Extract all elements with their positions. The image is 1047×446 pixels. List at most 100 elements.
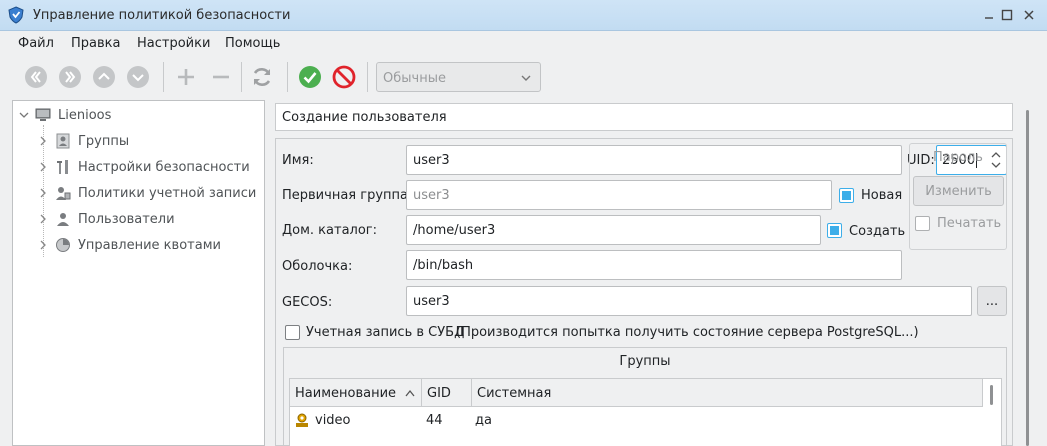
tree-item-security-settings[interactable]: Настройки безопасности [13, 155, 264, 179]
menu-help[interactable]: Помощь [225, 36, 280, 51]
toolbar-separator [241, 62, 242, 92]
chevron-right-icon [40, 240, 46, 250]
chevron-right-icon [40, 162, 46, 172]
home-dir-label: Дом. каталог: [282, 223, 378, 238]
close-icon[interactable] [1020, 6, 1038, 24]
window-title: Управление политикой безопасности [33, 8, 291, 23]
details-pane: Создание пользователя Имя: user3 UID: 25… [270, 100, 1047, 446]
panel-header: Создание пользователя [275, 103, 1013, 131]
computer-icon [35, 108, 51, 121]
shell-field[interactable]: /bin/bash [406, 250, 902, 280]
title-bar: Управление политикой безопасности [0, 0, 1047, 31]
next-record-icon[interactable] [125, 64, 151, 90]
tree-item-quotas[interactable]: Управление квотами [13, 233, 264, 257]
name-field[interactable]: user3 [406, 145, 902, 175]
gecos-button-label: ... [985, 293, 999, 309]
menu-bar: Файл Правка Настройки Помощь [0, 31, 1047, 56]
tree-item-account-policies[interactable]: Политики учетной записи [13, 181, 264, 205]
primary-group-value: user3 [413, 188, 450, 203]
table-row[interactable]: video 44 да [290, 409, 983, 435]
primary-group-field[interactable]: user3 [406, 180, 832, 210]
toolbar-separator [367, 62, 368, 92]
shield-app-icon [8, 6, 24, 24]
menu-edit[interactable]: Правка [71, 36, 120, 51]
toolbar-separator [163, 62, 164, 92]
shell-label: Оболочка: [282, 259, 353, 274]
tree-item-label: Настройки безопасности [78, 159, 250, 175]
print-label: Печатать [937, 216, 1002, 231]
column-header-gid[interactable]: GID [422, 379, 472, 407]
primary-group-label: Первичная группа: [282, 188, 413, 203]
first-record-icon[interactable] [23, 64, 49, 90]
chevron-right-icon [40, 214, 46, 224]
user-policy-icon [56, 187, 71, 200]
column-header-system[interactable]: Системная [472, 379, 983, 407]
group-name-cell: video [315, 413, 351, 428]
refresh-icon[interactable] [249, 64, 275, 90]
table-scrollbar[interactable] [990, 385, 993, 405]
minimize-icon[interactable] [980, 6, 998, 24]
group-gid-cell: 44 [426, 413, 443, 428]
home-dir-field[interactable]: /home/user3 [406, 215, 821, 245]
create-home-checkbox[interactable] [827, 223, 842, 238]
menu-settings[interactable]: Настройки [137, 36, 210, 51]
tree-root[interactable]: Lienioos [13, 103, 264, 127]
name-value: user3 [413, 153, 450, 168]
chevron-right-icon [40, 188, 46, 198]
password-panel: Пароль Изменить Печатать [909, 143, 1007, 250]
gecos-field[interactable]: user3 [406, 286, 972, 316]
column-gid-label: GID [427, 386, 451, 401]
toolbar-separator [287, 62, 288, 92]
groups-title: Группы [619, 354, 671, 369]
tree-item-label: Управление квотами [78, 237, 221, 253]
tree-item-users[interactable]: Пользователи [13, 207, 264, 231]
tree-item-groups[interactable]: Группы [13, 129, 264, 153]
dbms-account-checkbox[interactable] [285, 325, 300, 340]
vertical-scrollbar[interactable] [1026, 110, 1029, 446]
quota-icon [56, 238, 70, 252]
filter-value: Обычные [383, 71, 446, 86]
panel-header-title: Создание пользователя [282, 110, 447, 125]
home-dir-value: /home/user3 [413, 223, 496, 238]
object-tree[interactable]: Lienioos Группы Настройки безопасности П… [12, 100, 265, 446]
gecos-edit-button[interactable]: ... [977, 286, 1007, 316]
group-icon [296, 413, 308, 427]
groups-table[interactable]: Наименование GID Системная video 44 да [289, 378, 1002, 446]
group-system-cell: да [475, 413, 492, 428]
menu-file[interactable]: Файл [18, 36, 54, 51]
remove-icon[interactable] [208, 64, 234, 90]
groups-section: Группы Наименование GID Системная video … [283, 347, 1007, 446]
new-group-checkbox[interactable] [839, 188, 854, 203]
name-label: Имя: [282, 153, 314, 168]
dbms-account-label: Учетная запись в СУБД [306, 325, 465, 340]
apply-icon[interactable] [297, 64, 323, 90]
previous-record-icon[interactable] [91, 64, 117, 90]
tree-item-label: Группы [78, 133, 130, 149]
groups-icon [56, 133, 70, 149]
maximize-icon[interactable] [998, 6, 1016, 24]
toolbar: Обычные [0, 56, 1047, 98]
create-home-label: Создать [849, 224, 906, 239]
tools-icon [57, 160, 68, 174]
users-icon [57, 213, 69, 226]
change-button-label: Изменить [925, 183, 992, 199]
shell-value: /bin/bash [413, 258, 474, 273]
tree-root-label: Lienioos [58, 107, 112, 123]
chevron-right-icon [40, 136, 46, 146]
password-label: Пароль [933, 150, 983, 165]
change-password-button[interactable]: Изменить [913, 176, 1004, 206]
column-system-label: Системная [477, 386, 552, 401]
cancel-icon[interactable] [331, 64, 357, 90]
last-record-icon[interactable] [57, 64, 83, 90]
new-group-label: Новая [861, 188, 903, 203]
sort-ascending-icon [405, 389, 415, 397]
tree-item-label: Пользователи [78, 211, 175, 227]
gecos-label: GECOS: [282, 295, 333, 310]
print-checkbox[interactable] [915, 216, 930, 231]
filter-combobox[interactable]: Обычные [376, 62, 541, 92]
column-header-name[interactable]: Наименование [290, 379, 422, 407]
user-form: Имя: user3 UID: 2500 Первичная группа: u… [275, 138, 1013, 446]
gecos-value: user3 [413, 294, 450, 309]
add-icon[interactable] [173, 64, 199, 90]
column-name-label: Наименование [295, 386, 397, 401]
